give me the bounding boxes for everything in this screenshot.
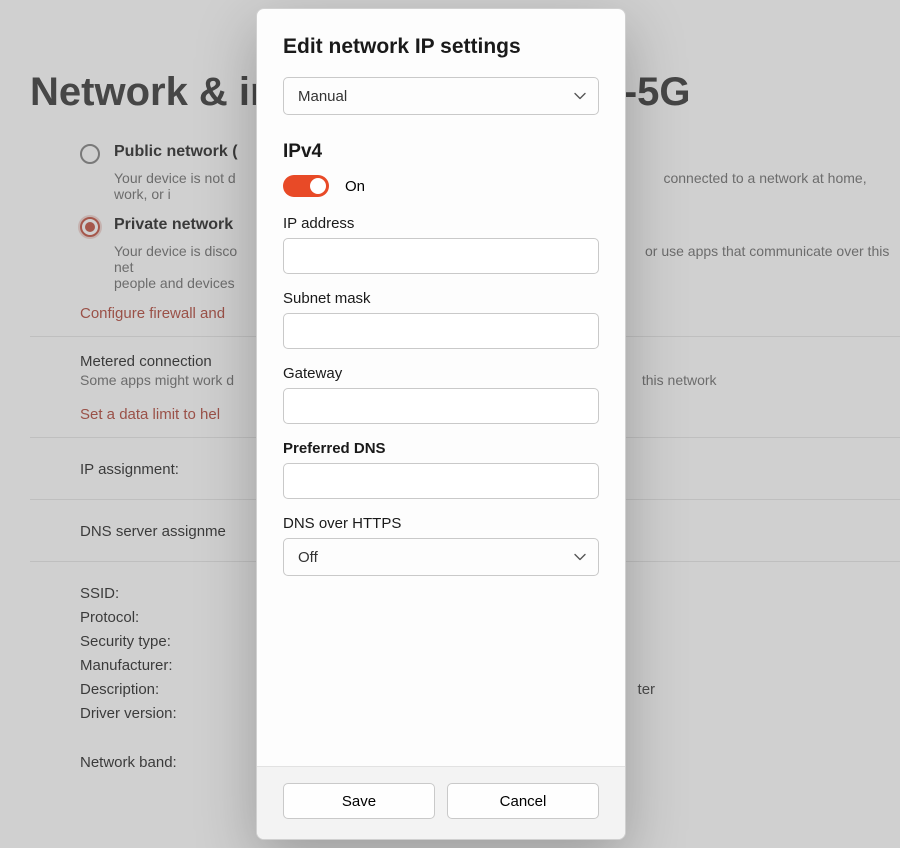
gateway-input[interactable] [283, 388, 599, 424]
ip-address-input[interactable] [283, 238, 599, 274]
chevron-down-icon [574, 90, 586, 102]
ip-mode-select[interactable]: Manual [283, 77, 599, 115]
ipv4-toggle[interactable] [283, 175, 329, 197]
ip-mode-value: Manual [298, 88, 347, 105]
subnet-mask-label: Subnet mask [283, 290, 599, 307]
subnet-mask-input[interactable] [283, 313, 599, 349]
preferred-dns-input[interactable] [283, 463, 599, 499]
cancel-button[interactable]: Cancel [447, 783, 599, 819]
dns-over-https-label: DNS over HTTPS [283, 515, 599, 532]
preferred-dns-label: Preferred DNS [283, 440, 599, 457]
save-button[interactable]: Save [283, 783, 435, 819]
ip-address-label: IP address [283, 215, 599, 232]
gateway-label: Gateway [283, 365, 599, 382]
dns-over-https-select[interactable]: Off [283, 538, 599, 576]
dialog-footer: Save Cancel [257, 766, 625, 839]
dialog-title: Edit network IP settings [283, 35, 599, 59]
edit-ip-settings-dialog: Edit network IP settings Manual IPv4 On … [256, 8, 626, 840]
dns-over-https-value: Off [298, 549, 318, 566]
ipv4-toggle-state: On [345, 178, 365, 195]
ipv4-section-title: IPv4 [283, 141, 599, 163]
chevron-down-icon [574, 551, 586, 563]
